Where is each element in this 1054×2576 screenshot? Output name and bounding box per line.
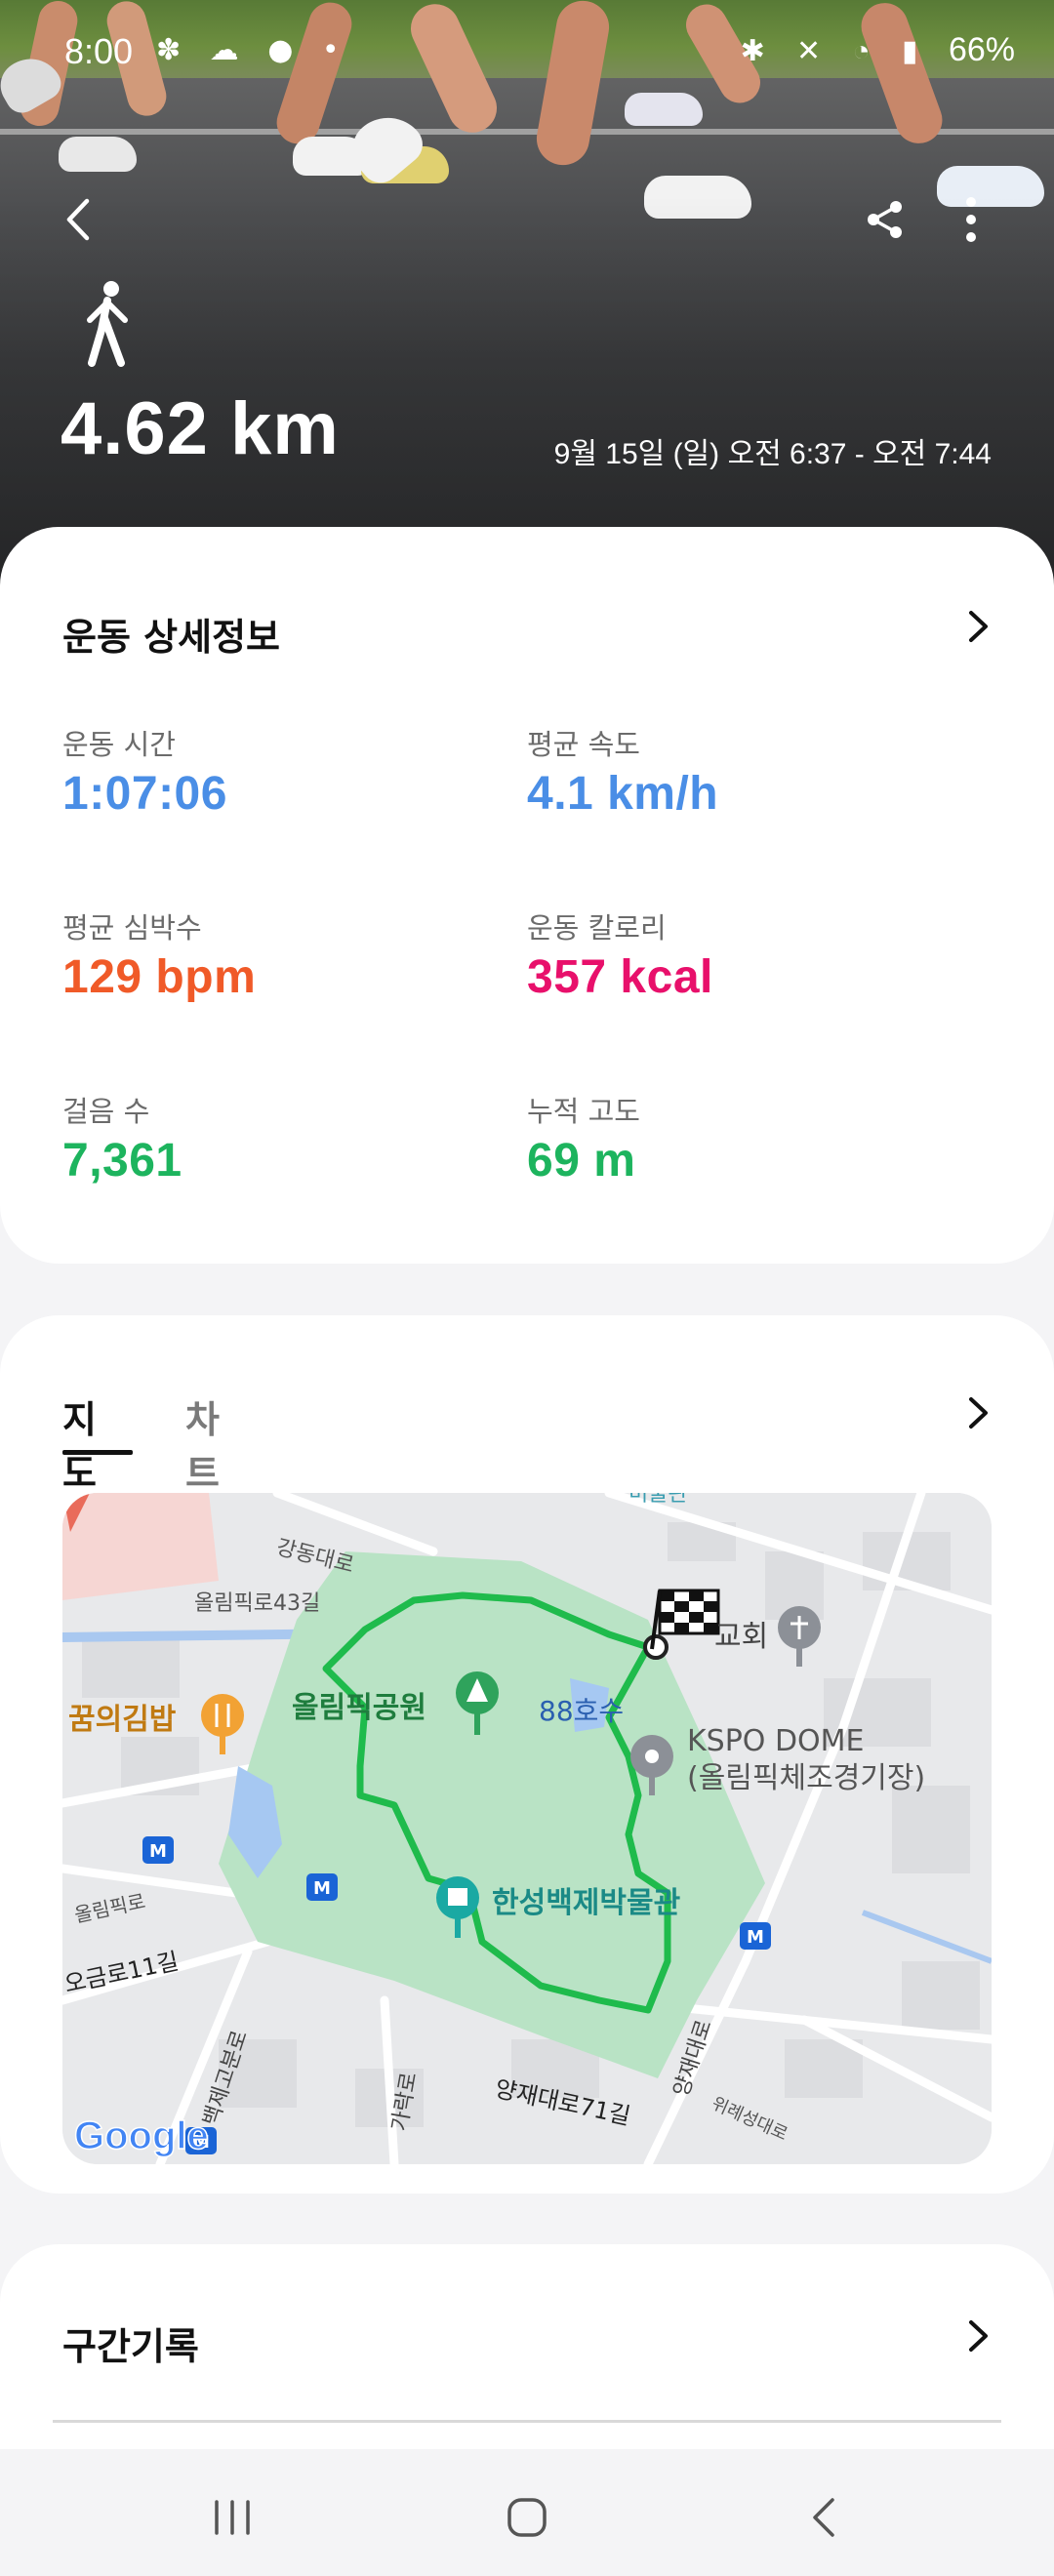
chevron-right-icon[interactable] <box>958 1393 997 1432</box>
more-options-button[interactable] <box>937 185 1005 254</box>
status-time: 8:00 <box>64 31 134 71</box>
back-icon <box>813 2498 834 2537</box>
hero-banner: 8:00 ✽ ☁ ● • ✱ ✕ ◔ ▮ 66% 4.62 km 9월 15일 … <box>0 0 1054 605</box>
tab-map-underline <box>62 1450 133 1455</box>
svg-text:(올림픽체조경기장): (올림픽체조경기장) <box>687 1761 925 1795</box>
stat-value-avg-heart-rate: 129 bpm <box>62 951 257 1003</box>
route-map[interactable]: M M M M 강동대로 올림픽로43길 미술관 올림픽공원 88호수 교회 K… <box>62 1493 992 2164</box>
stat-label-elevation: 누적 고도 <box>527 1095 640 1128</box>
workout-date-range: 9월 15일 (일) 오전 6:37 - 오전 7:44 <box>553 438 992 470</box>
home-button[interactable] <box>498 2488 556 2547</box>
stat-label-avg-heart-rate: 평균 심박수 <box>62 911 202 945</box>
recent-apps-button[interactable] <box>203 2488 262 2547</box>
stat-label-avg-speed: 평균 속도 <box>527 728 640 761</box>
svg-text:올림픽로43길: 올림픽로43길 <box>194 1591 320 1616</box>
stat-value-calories: 357 kcal <box>527 951 713 1003</box>
svg-text:올림픽공원: 올림픽공원 <box>292 1691 426 1725</box>
back-button[interactable] <box>45 185 113 254</box>
battery-percent: 66% <box>948 31 1015 68</box>
share-button[interactable] <box>851 185 919 254</box>
workout-details-title: 운동 상세정보 <box>62 616 280 659</box>
svg-text:교회: 교회 <box>714 1620 768 1654</box>
workout-details-card[interactable]: 운동 상세정보 운동 시간 1:07:06 평균 속도 4.1 km/h 평균 … <box>0 527 1054 1264</box>
svg-text:88호수: 88호수 <box>539 1695 624 1727</box>
stat-label-calories: 운동 칼로리 <box>527 911 667 945</box>
tab-chart[interactable]: 차트 <box>185 1389 220 1497</box>
stat-value-duration: 1:07:06 <box>62 768 227 820</box>
route-start-marker <box>643 1634 669 1660</box>
laps-divider <box>53 2420 1001 2423</box>
hero-road-line <box>0 129 1054 135</box>
recent-apps-icon <box>215 2500 250 2535</box>
total-distance: 4.62 km <box>61 387 340 470</box>
back-arrow-icon <box>66 198 90 241</box>
svg-text:한성백제박물관: 한성백제박물관 <box>492 1886 680 1920</box>
chevron-right-icon[interactable] <box>958 607 997 646</box>
google-logo: Google <box>74 2114 209 2157</box>
stat-label-steps: 걸음 수 <box>62 1095 150 1128</box>
map-card: 지도 차트 M M M M 강동대로 올림픽로43길 미술관 올림픽공원 88호… <box>0 1315 1054 2194</box>
stat-label-duration: 운동 시간 <box>62 728 176 761</box>
status-right: ✱ ✕ ◔ ▮ 66% <box>741 31 1015 69</box>
status-bar: 8:00 ✽ ☁ ● • ✱ ✕ ◔ ▮ 66% <box>0 0 1054 107</box>
svg-text:꿈의김밥: 꿈의김밥 <box>68 1703 177 1737</box>
tab-map[interactable]: 지도 <box>62 1389 97 1497</box>
system-nav-bar <box>0 2449 1054 2576</box>
status-notification-icons: ✽ ☁ ● • <box>156 33 349 67</box>
laps-title: 구간기록 <box>62 2325 199 2368</box>
more-vertical-icon <box>966 197 976 242</box>
svg-text:M: M <box>149 1841 167 1862</box>
svg-text:M: M <box>747 1927 764 1948</box>
chevron-right-icon[interactable] <box>958 2316 997 2355</box>
stat-value-elevation: 69 m <box>527 1135 636 1187</box>
stat-value-avg-speed: 4.1 km/h <box>527 768 719 820</box>
share-icon <box>868 201 902 238</box>
route-map-canvas: M M M M 강동대로 올림픽로43길 미술관 올림픽공원 88호수 교회 K… <box>62 1493 992 2164</box>
svg-text:KSPO DOME: KSPO DOME <box>687 1724 865 1758</box>
stat-value-steps: 7,361 <box>62 1135 182 1187</box>
walking-icon <box>87 281 128 367</box>
status-system-icons: ✱ ✕ ◔ ▮ <box>740 35 930 67</box>
back-nav-button[interactable] <box>794 2488 853 2547</box>
svg-text:M: M <box>313 1878 331 1899</box>
svg-text:미술관: 미술관 <box>628 1493 688 1507</box>
home-icon <box>507 2498 547 2537</box>
